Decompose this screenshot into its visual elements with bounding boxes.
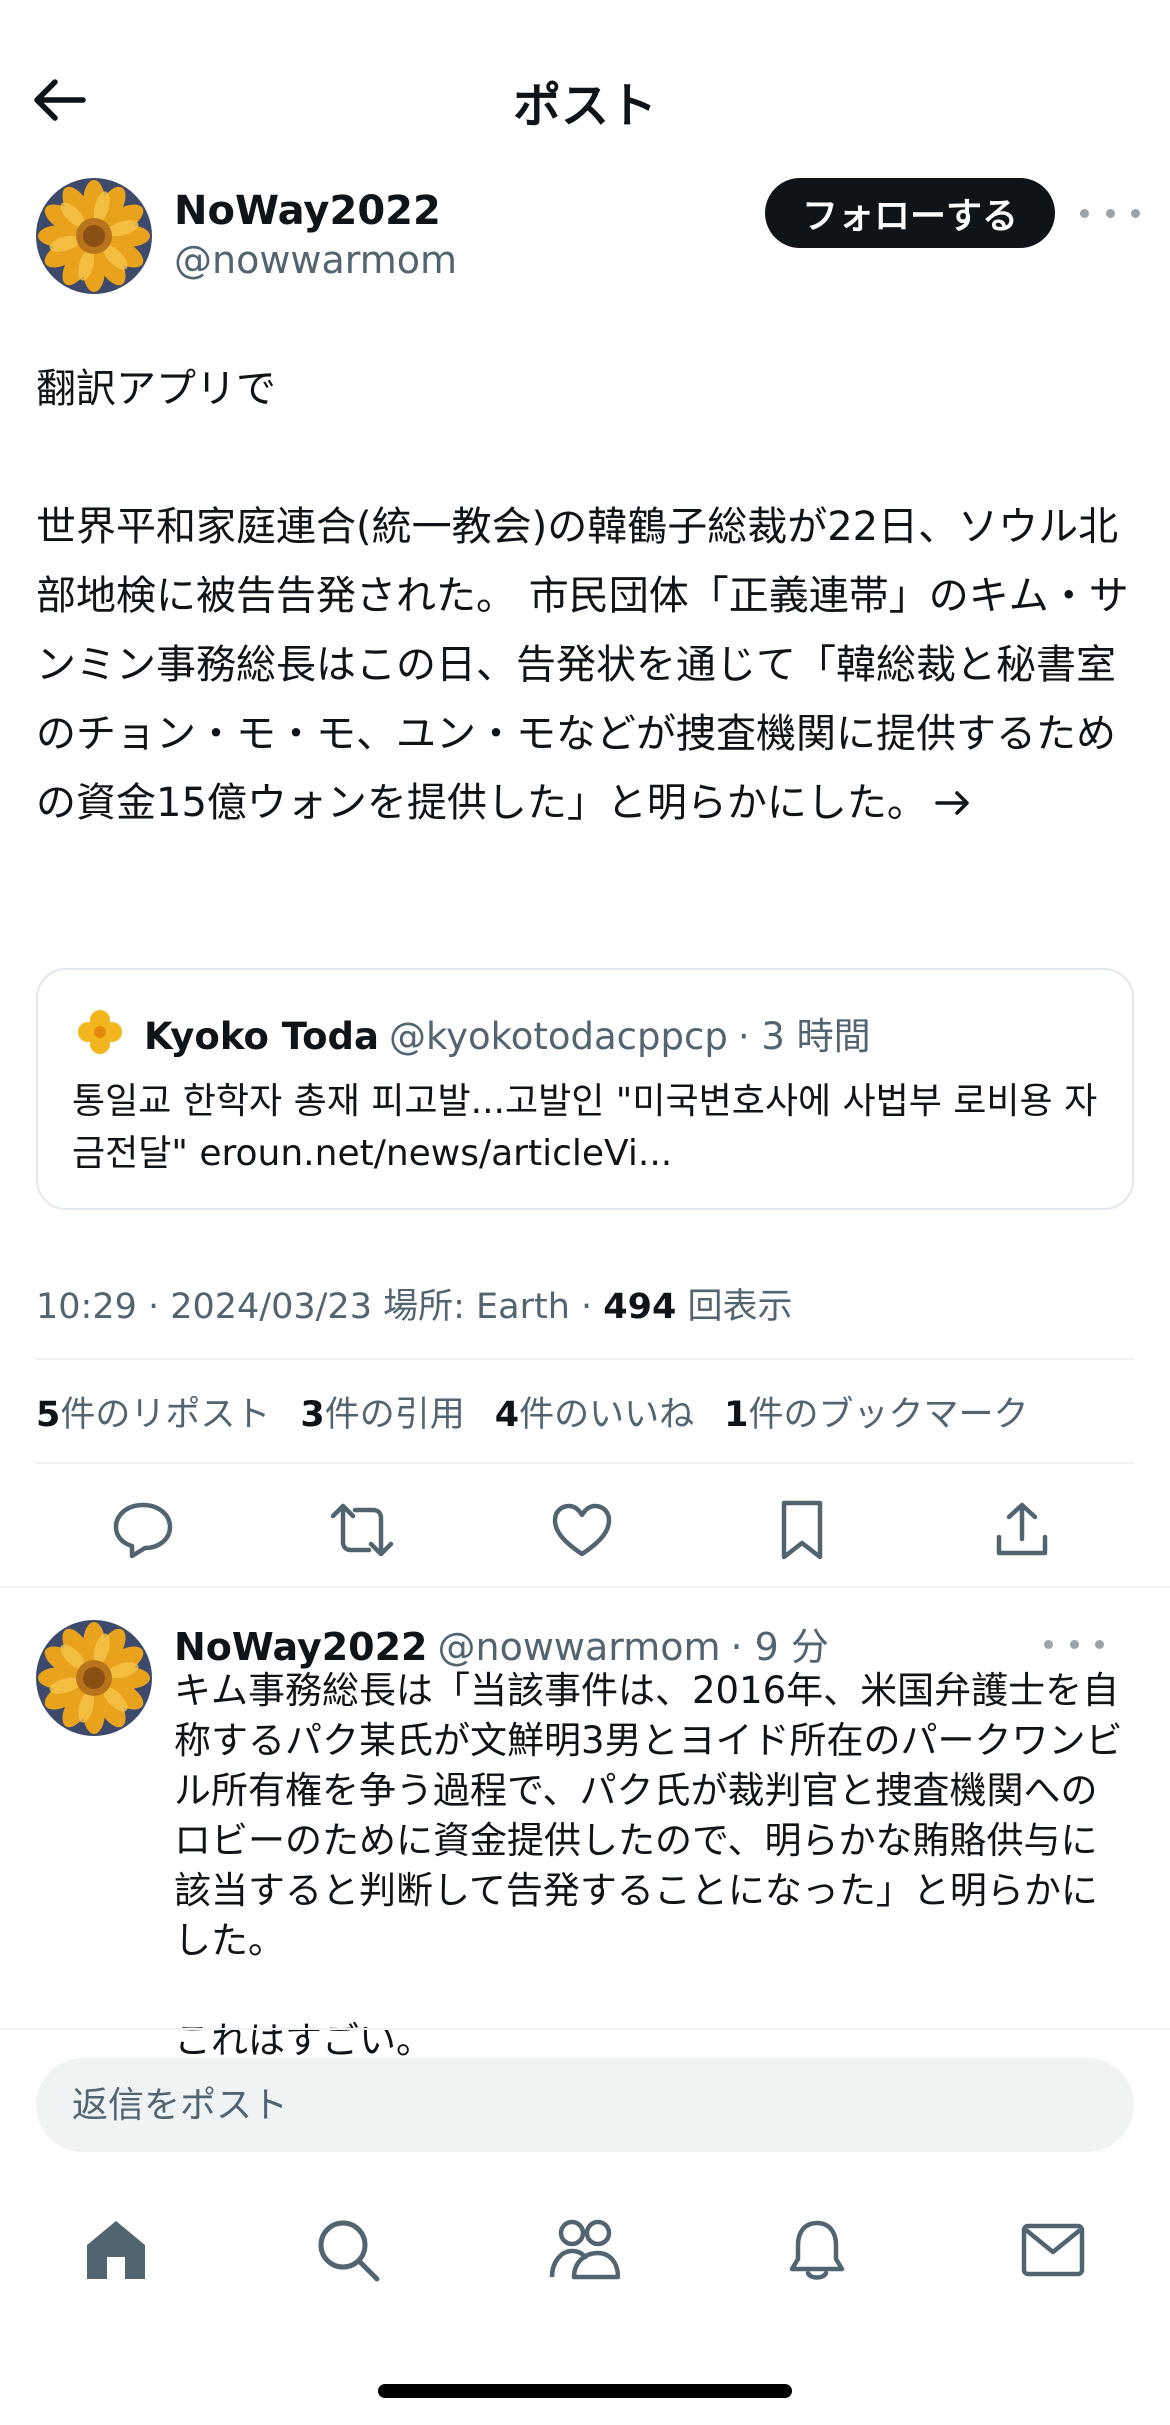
divider <box>0 2028 1170 2030</box>
follow-button[interactable]: フォローする <box>765 178 1055 248</box>
reply-text: キム事務総長は「当該事件は、2016年、米国弁護士を自称するパク某氏が文鮮明3男… <box>174 1669 1123 2062</box>
repost-icon <box>330 1503 394 1557</box>
action-bar <box>0 1490 1170 1570</box>
bookmark-stat[interactable]: 1件のブックマーク <box>724 1386 1028 1437</box>
home-indicator <box>378 2384 792 2398</box>
author-handle[interactable]: @nowwarmom <box>174 238 457 282</box>
like-button[interactable] <box>542 1490 622 1570</box>
post-text: 翻訳アプリで 世界平和家庭連合(統一教会)の韓鶴子総裁が22日、ソウル北部地検に… <box>36 366 1129 826</box>
sunflower-avatar-icon <box>36 178 152 294</box>
post-time: 10:29 · 2024/03/23 <box>36 1287 372 1327</box>
top-bar: ポスト <box>0 0 1170 200</box>
view-count: 494 <box>603 1287 677 1327</box>
avatar[interactable] <box>36 178 152 294</box>
tab-communities[interactable] <box>534 2200 634 2300</box>
page-title: ポスト <box>512 78 657 134</box>
quote-header: Kyoko Toda @kyokotodacppcp · 3 時間 <box>144 1006 871 1060</box>
home-icon <box>87 2221 145 2279</box>
quoted-post[interactable]: Kyoko Toda @kyokotodacppcp · 3 時間 통일교 한학자 … <box>36 968 1134 1210</box>
quote-author-handle: @kyokotodacppcp <box>388 1015 728 1058</box>
view-label: 回表示 <box>687 1287 793 1327</box>
like-icon <box>552 1503 612 1557</box>
post-body: 翻訳アプリで 世界平和家庭連合(統一教会)の韓鶴子総裁が22日、ソウル北部地検に… <box>36 355 1136 840</box>
engagement-stats: 5件のリポスト 3件の引用 4件のいいね 1件のブックマーク <box>36 1386 1029 1437</box>
sunflower-avatar-icon <box>36 1620 152 1736</box>
reply-author-name[interactable]: NoWay2022 <box>174 1625 427 1669</box>
post-author: NoWay2022 @nowwarmom フォローする <box>36 178 1140 298</box>
tab-home[interactable] <box>66 2200 166 2300</box>
tab-messages[interactable] <box>1003 2200 1103 2300</box>
reply-header: NoWay2022 @nowwarmom · 9 分 <box>174 1616 829 1671</box>
communities-icon <box>549 2219 620 2280</box>
reply-icon <box>113 1502 173 1559</box>
post-location: 場所: Earth · <box>383 1287 593 1327</box>
divider <box>36 1358 1134 1360</box>
reply-button[interactable] <box>103 1490 183 1570</box>
share-button[interactable] <box>982 1490 1062 1570</box>
bookmark-icon <box>781 1500 823 1560</box>
quote-avatar <box>72 1004 128 1060</box>
more-options-icon[interactable] <box>1044 1634 1104 1654</box>
quote-time: · 3 時間 <box>737 1015 871 1058</box>
more-options-icon[interactable] <box>1080 198 1140 228</box>
tab-search[interactable] <box>298 2200 398 2300</box>
reply-author-handle[interactable]: @nowwarmom <box>437 1625 720 1669</box>
reply-input[interactable] <box>36 2058 1134 2152</box>
author-name[interactable]: NoWay2022 <box>174 188 441 234</box>
tab-notifications[interactable] <box>767 2200 867 2300</box>
divider <box>0 1586 1170 1588</box>
bookmark-button[interactable] <box>762 1490 842 1570</box>
avatar[interactable] <box>36 1620 152 1736</box>
post-meta: 10:29 · 2024/03/23 場所: Earth · 494 回表示 <box>36 1278 793 1329</box>
repost-stat[interactable]: 5件のリポスト <box>36 1386 270 1437</box>
messages-icon <box>1021 2223 1085 2277</box>
like-stat[interactable]: 4件のいいね <box>495 1386 694 1437</box>
share-icon <box>996 1502 1048 1556</box>
notifications-icon <box>789 2220 845 2280</box>
clover-logo-icon <box>72 1004 128 1060</box>
quote-author-name: Kyoko Toda <box>144 1015 379 1058</box>
repost-button[interactable] <box>322 1490 402 1570</box>
quote-stat[interactable]: 3件の引用 <box>300 1386 464 1437</box>
bottom-tab-bar <box>0 2200 1170 2310</box>
divider <box>36 1462 1134 1464</box>
reply-time: · 9 分 <box>730 1625 829 1669</box>
search-icon <box>318 2220 380 2282</box>
quote-text: 통일교 한학자 총재 피고발...고발인 "미국변호사에 사법부 로비용 자금전… <box>72 1081 1098 1174</box>
right-arrow-icon <box>933 771 973 840</box>
